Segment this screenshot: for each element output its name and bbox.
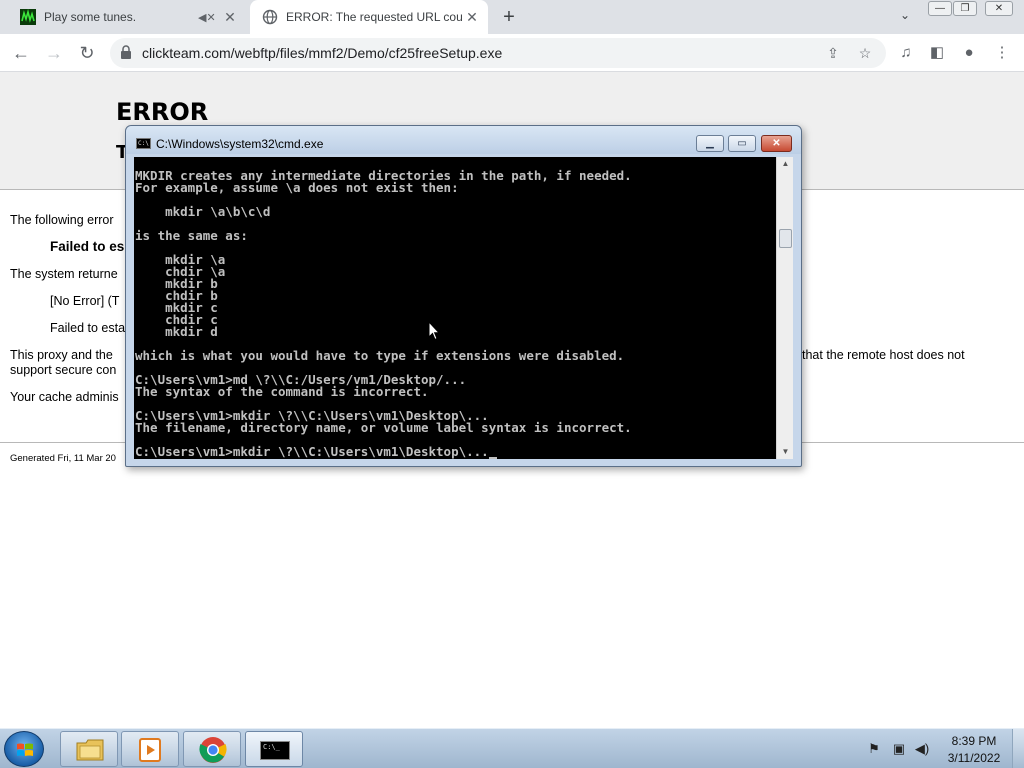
back-arrow-icon[interactable]: ← [8,40,34,66]
browser-toolbar: ← → ↻ clickteam.com/webftp/files/mmf2/De… [0,34,1024,72]
new-tab-button[interactable]: + [498,6,520,28]
tunes-favicon-icon [20,9,36,25]
tab-title: ERROR: The requested URL could [286,10,462,24]
cmd-minimize-button[interactable]: ▁ [696,135,724,152]
lock-icon[interactable] [120,45,132,59]
close-tab-icon[interactable]: ✕ [462,7,482,27]
console-line: The syntax of the command is incorrect. [135,384,429,399]
cmd-app-icon: C:\ [136,138,151,149]
proxy-text-right: that the remote host does not [802,348,965,362]
taskbar-explorer[interactable] [60,731,118,767]
more-menu-icon[interactable]: ⋮ [992,43,1012,63]
console-line: which is what you would have to type if … [135,348,625,363]
folder-icon [76,739,104,761]
clock-date[interactable]: 3/11/2022 [946,751,1002,765]
chrome-icon [199,737,227,763]
browser-tab-strip: Play some tunes. ◀✕ ✕ ERROR: The request… [0,0,1024,34]
media-player-icon [139,738,161,762]
failed-establish-detail: Failed to esta [50,321,126,335]
close-tab-icon[interactable]: ✕ [220,7,240,27]
taskbar-cmd[interactable]: C:\_ [245,731,303,767]
show-desktop-button[interactable] [1012,729,1024,768]
action-center-flag-icon[interactable]: ⚑ [866,741,882,757]
address-bar[interactable]: clickteam.com/webftp/files/mmf2/Demo/cf2… [110,38,886,68]
console-line: For example, assume \a does not exist th… [135,180,459,195]
console-scrollbar[interactable]: ▲ ▼ [776,157,793,459]
tab-play-some-tunes[interactable]: Play some tunes. ◀✕ ✕ [8,0,246,34]
cmd-titlebar[interactable]: C:\ C:\Windows\system32\cmd.exe ▁ ▭ ✕ [126,126,801,154]
network-icon[interactable]: ▣ [891,741,907,757]
tab-error-page[interactable]: ERROR: The requested URL could ✕ [250,0,488,34]
error-intro-text: The following error [10,213,114,227]
taskbar: C:\_ ⚑ ▣ ◀) 8:39 PM 3/11/2022 [0,728,1024,768]
cmd-title: C:\Windows\system32\cmd.exe [156,137,324,151]
speaker-mute-icon[interactable]: ◀✕ [198,11,216,24]
start-button[interactable] [4,731,44,767]
scroll-down-arrow-icon[interactable]: ▼ [777,445,794,459]
close-window-button[interactable]: ✕ [985,1,1013,16]
console-cursor [488,457,497,459]
share-icon[interactable]: ⇪ [824,44,842,62]
system-returned-text: The system returne [10,267,118,281]
minimize-window-button[interactable]: — [928,1,952,16]
console-line: C:\Users\vm1>mkdir \?\\C:\Users\vm1\Desk… [135,444,489,459]
scrollbar-thumb[interactable] [779,229,792,248]
globe-icon [262,9,278,25]
cmd-maximize-button[interactable]: ▭ [728,135,756,152]
tab-title: Play some tunes. [44,10,137,24]
failed-establish-text: Failed to es [50,239,125,254]
proxy-text-line2: support secure con [10,363,117,377]
profile-avatar-icon[interactable]: ● [959,43,979,63]
error-title: ERROR [116,98,209,126]
volume-icon[interactable]: ◀) [914,741,930,757]
cache-admin-text: Your cache adminis [10,390,119,404]
console-line: The filename, directory name, or volume … [135,420,632,435]
url-text: clickteam.com/webftp/files/mmf2/Demo/cf2… [142,45,503,61]
tab-search-chevron-icon[interactable]: ⌄ [894,8,916,28]
side-panel-icon[interactable]: ◧ [927,43,947,63]
windows-logo-icon [17,743,33,756]
no-error-text: [No Error] (T [50,294,120,308]
screen: Play some tunes. ◀✕ ✕ ERROR: The request… [0,0,1024,768]
media-control-icon[interactable]: ♫ [896,43,916,63]
bookmark-star-icon[interactable]: ☆ [856,44,874,62]
taskbar-media-player[interactable] [121,731,179,767]
mouse-pointer-icon [428,321,440,341]
generated-footer: Generated Fri, 11 Mar 20 [10,453,116,464]
clock-time[interactable]: 8:39 PM [946,734,1002,748]
proxy-text-left: This proxy and the [10,348,113,362]
reload-icon[interactable]: ↻ [74,40,100,66]
console-line: is the same as: [135,228,248,243]
cmd-window[interactable]: C:\ C:\Windows\system32\cmd.exe ▁ ▭ ✕ MK… [125,125,802,467]
console-line: mkdir d [135,324,218,339]
cmd-close-button[interactable]: ✕ [761,135,792,152]
forward-arrow-icon[interactable]: → [41,40,67,66]
restore-window-button[interactable]: ❐ [953,1,977,16]
console-line: mkdir \a\b\c\d [135,204,271,219]
cmd-taskbar-icon: C:\_ [260,741,290,760]
console-output[interactable]: MKDIR creates any intermediate directori… [134,157,776,459]
scroll-up-arrow-icon[interactable]: ▲ [777,157,794,171]
taskbar-chrome[interactable] [183,731,241,767]
